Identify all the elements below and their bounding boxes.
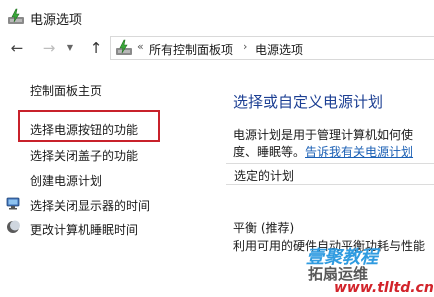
window-title: 电源选项 — [30, 13, 83, 28]
page-title: 选择或自定义电源计划 — [233, 93, 384, 111]
breadcrumb-power-options[interactable]: 电源选项 — [255, 41, 303, 58]
control-panel-home-link[interactable]: 控制面板主页 — [30, 82, 102, 99]
breadcrumb-overflow[interactable]: « — [137, 40, 144, 53]
window-titlebar: 电源选项 — [0, 0, 434, 34]
address-box[interactable]: « 所有控制面板项 › 电源选项 — [110, 36, 434, 60]
left-nav-pane: 控制面板主页 选择电源按钮的功能 选择关闭盖子的功能 创建电源计划 选择关闭显示… — [0, 62, 222, 297]
plan-description-line1: 电源计划是用于管理计算机如何使 — [233, 128, 414, 142]
watermark: 壹聚教程 拓扇运维 www.tlltd.cn — [300, 240, 434, 297]
learn-more-link[interactable]: 告诉我有关电源计划 — [305, 145, 413, 159]
plan-description-text: 度、睡眠等。 — [233, 145, 306, 159]
arrow-up-icon[interactable]: ↑ — [87, 39, 105, 57]
power-button-function-link[interactable]: 选择电源按钮的功能 — [30, 121, 138, 138]
watermark-url: www.tlltd.cn — [334, 280, 434, 296]
monitor-icon — [6, 197, 20, 210]
selected-plan-header: 选定的计划 — [234, 169, 295, 183]
sleep-time-link[interactable]: 更改计算机睡眠时间 — [30, 221, 138, 238]
moon-icon — [7, 220, 20, 233]
selected-plan-section: 选定的计划 — [226, 163, 434, 185]
balanced-plan-option[interactable]: 平衡 (推荐) — [233, 219, 294, 236]
power-options-icon — [116, 39, 132, 55]
plan-description-line2: 度、睡眠等。告诉我有关电源计划 — [233, 143, 413, 160]
lid-close-function-link[interactable]: 选择关闭盖子的功能 — [30, 147, 138, 164]
create-power-plan-link[interactable]: 创建电源计划 — [30, 172, 102, 189]
power-options-icon — [8, 8, 24, 24]
display-off-time-link[interactable]: 选择关闭显示器的时间 — [30, 197, 150, 214]
address-bar: ← → ▼ ↑ « 所有控制面板项 › 电源选项 — [0, 34, 434, 62]
arrow-left-icon[interactable]: ← — [8, 39, 26, 57]
chevron-down-icon[interactable]: ▼ — [64, 39, 76, 57]
breadcrumb-separator[interactable]: › — [243, 40, 247, 53]
arrow-right-icon[interactable]: → — [40, 39, 58, 57]
breadcrumb-all-items[interactable]: 所有控制面板项 — [149, 41, 233, 58]
